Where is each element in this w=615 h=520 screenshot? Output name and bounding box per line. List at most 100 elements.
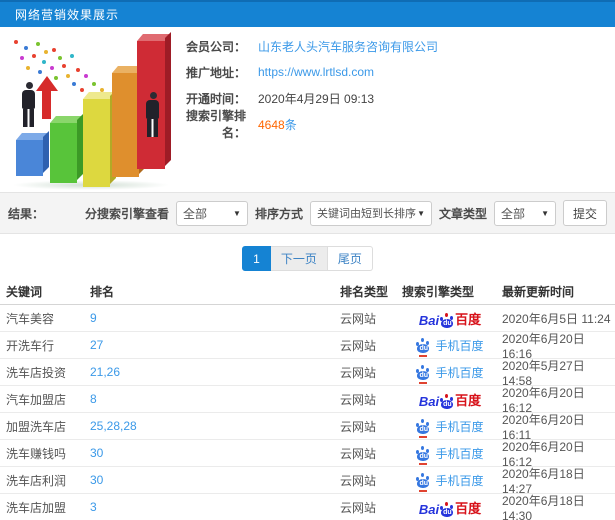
chevron-down-icon: ▼ (417, 208, 425, 218)
header-bar: 网络营销效果展示 (0, 0, 615, 27)
updated-cell: 2020年6月18日 14:30 (502, 493, 585, 520)
engine-filter-label: 分搜索引擎查看 (84, 206, 169, 221)
info-row-url: 推广地址： https://www.lrtlsd.com (178, 62, 608, 82)
rank-type-cell: 云网站 (340, 446, 377, 461)
rank-count-label: 搜索引擎排名： (185, 109, 246, 140)
rank-link[interactable]: 30 (90, 473, 103, 487)
table-row: 洗车店投资 21,26 云网站 du 手机百度 2020年5月27日 14:58 (0, 359, 615, 388)
rank-link[interactable]: 8 (90, 392, 97, 406)
sort-filter-select[interactable]: 关键词由短到长排序 ▼ (309, 200, 432, 226)
table-body: 汽车美容 9 云网站 Bai du 百度 2020年6月5日 11:24 开洗车行 27 云… (0, 305, 615, 520)
promo-url-link[interactable]: https://www.lrtlsd.com (258, 65, 374, 79)
filter-bar: 结果： 分搜索引擎查看 全部 ▼ 排序方式 关键词由短到长排序 ▼ 文章类型 全部 ▼… (0, 192, 615, 234)
chevron-down-icon: ▼ (233, 208, 241, 218)
promo-url-label: 推广地址： (185, 65, 246, 80)
company-info: 会员公司： 山东老人头汽车服务咨询有限公司 推广地址： https://www.… (178, 36, 608, 141)
article-type-filter-label: 文章类型 (438, 206, 487, 221)
company-name-link[interactable]: 山东老人头汽车服务咨询有限公司 (258, 38, 438, 55)
next-page-button[interactable]: 下一页 (270, 246, 328, 271)
table-header-row: 关键词 排名 排名类型 搜索引擎类型 最新更新时间 (0, 279, 615, 305)
rank-count-suffix: 条 (284, 117, 297, 132)
page-1-button[interactable]: 1 (242, 246, 271, 271)
businessman-figure-right (146, 92, 159, 137)
submit-button[interactable]: 提交 (563, 200, 607, 226)
engine-cell: Bai du 百度 (402, 309, 498, 328)
keyword-cell: 洗车赚钱吗 (6, 446, 67, 461)
rank-link[interactable]: 3 (90, 500, 97, 514)
header-rank-type: 排名类型 (340, 285, 389, 299)
company-label: 会员公司： (185, 39, 246, 54)
rank-link[interactable]: 30 (90, 446, 103, 460)
filters: 分搜索引擎查看 全部 ▼ 排序方式 关键词由短到长排序 ▼ 文章类型 全部 ▼ 提交 (85, 200, 607, 226)
baidu-logo: Bai du 百度 (418, 500, 482, 517)
marketing-chart-illustration (6, 36, 174, 190)
keyword-cell: 洗车店利润 (6, 473, 67, 488)
info-row-open-time: 开通时间： 2020年4月29日 09:13 (178, 88, 608, 108)
keyword-cell: 汽车美容 (6, 311, 55, 326)
rank-link[interactable]: 25,28,28 (90, 419, 137, 433)
info-row-rank-count: 搜索引擎排名： 4648条 (178, 109, 608, 140)
keyword-cell: 洗车店投资 (6, 365, 67, 380)
bar-yellow (83, 99, 110, 187)
baidu-paw-icon: du (416, 364, 430, 384)
rank-type-cell: 云网站 (340, 473, 377, 488)
chevron-down-icon: ▼ (541, 208, 549, 218)
table-row: 开洗车行 27 云网站 du 手机百度 2020年6月20日 16:16 (0, 332, 615, 361)
baidu-logo: Bai du 百度 (418, 392, 482, 409)
baidu-paw-icon: du (416, 337, 430, 357)
page: 网络营销效果展示 会员公司： 山东老人头汽车服务咨询有限公司 推广地址： htt… (0, 0, 615, 520)
table-row: 洗车店加盟 3 云网站 Bai du 百度 2020年6月18日 14:30 (0, 494, 615, 520)
header-engine-type: 搜索引擎类型 (402, 285, 475, 299)
mobile-baidu-badge: du 手机百度 (416, 472, 484, 492)
info-row-company: 会员公司： 山东老人头汽车服务咨询有限公司 (178, 36, 608, 56)
baidu-paw-icon: du (440, 501, 454, 517)
rank-link[interactable]: 9 (90, 311, 97, 325)
baidu-paw-icon: du (440, 393, 454, 409)
last-page-button[interactable]: 尾页 (327, 246, 373, 271)
rank-type-cell: 云网站 (340, 419, 377, 434)
rank-type-cell: 云网站 (340, 311, 377, 326)
keyword-rank-table: 关键词 排名 排名类型 搜索引擎类型 最新更新时间 汽车美容 9 云网站 Bai d… (0, 279, 615, 520)
engine-cell: Bai du 百度 (402, 498, 498, 517)
open-time-value: 2020年4月29日 09:13 (258, 91, 375, 106)
mobile-baidu-badge: du 手机百度 (416, 445, 484, 465)
bar-orange (112, 73, 139, 177)
rank-type-cell: 云网站 (340, 500, 377, 515)
engine-cell: Bai du 百度 (402, 390, 498, 409)
keyword-cell: 开洗车行 (6, 338, 55, 353)
baidu-paw-icon: du (416, 472, 430, 492)
pagination: 1 下一页 尾页 (0, 246, 615, 271)
rank-type-cell: 云网站 (340, 338, 377, 353)
businessman-figure-left (22, 82, 35, 127)
engine-cell: du 手机百度 (402, 418, 498, 438)
engine-filter-select[interactable]: 全部 ▼ (175, 200, 248, 226)
page-title: 网络营销效果展示 (15, 8, 120, 22)
confetti-decoration (14, 40, 18, 44)
table-row: 洗车赚钱吗 30 云网站 du 手机百度 2020年6月20日 16:12 (0, 440, 615, 469)
rank-link[interactable]: 27 (90, 338, 103, 352)
table-row: 加盟洗车店 25,28,28 云网站 du 手机百度 2020年6月20日 16:11 (0, 413, 615, 442)
keyword-cell: 汽车加盟店 (6, 392, 67, 407)
sort-filter-label: 排序方式 (254, 206, 303, 221)
bar-blue (16, 140, 43, 176)
baidu-paw-icon: du (416, 445, 430, 465)
engine-cell: du 手机百度 (402, 472, 498, 492)
table-row: 汽车加盟店 8 云网站 Bai du 百度 2020年6月20日 16:12 (0, 386, 615, 415)
article-type-filter-select[interactable]: 全部 ▼ (494, 200, 556, 226)
table-row: 洗车店利润 30 云网站 du 手机百度 2020年6月18日 14:27 (0, 467, 615, 496)
engine-cell: du 手机百度 (402, 364, 498, 384)
rank-count-value: 4648条 (258, 117, 297, 132)
mobile-baidu-badge: du 手机百度 (416, 337, 484, 357)
rank-type-cell: 云网站 (340, 365, 377, 380)
engine-cell: du 手机百度 (402, 337, 498, 357)
table-row: 汽车美容 9 云网站 Bai du 百度 2020年6月5日 11:24 (0, 305, 615, 332)
header-updated: 最新更新时间 (502, 285, 575, 299)
rank-link[interactable]: 21,26 (90, 365, 120, 379)
keyword-cell: 加盟洗车店 (6, 419, 67, 434)
baidu-logo: Bai du 百度 (418, 311, 482, 328)
bar-green (50, 123, 77, 183)
mobile-baidu-badge: du 手机百度 (416, 364, 484, 384)
mobile-baidu-badge: du 手机百度 (416, 418, 484, 438)
keyword-cell: 洗车店加盟 (6, 500, 67, 515)
rank-type-cell: 云网站 (340, 392, 377, 407)
